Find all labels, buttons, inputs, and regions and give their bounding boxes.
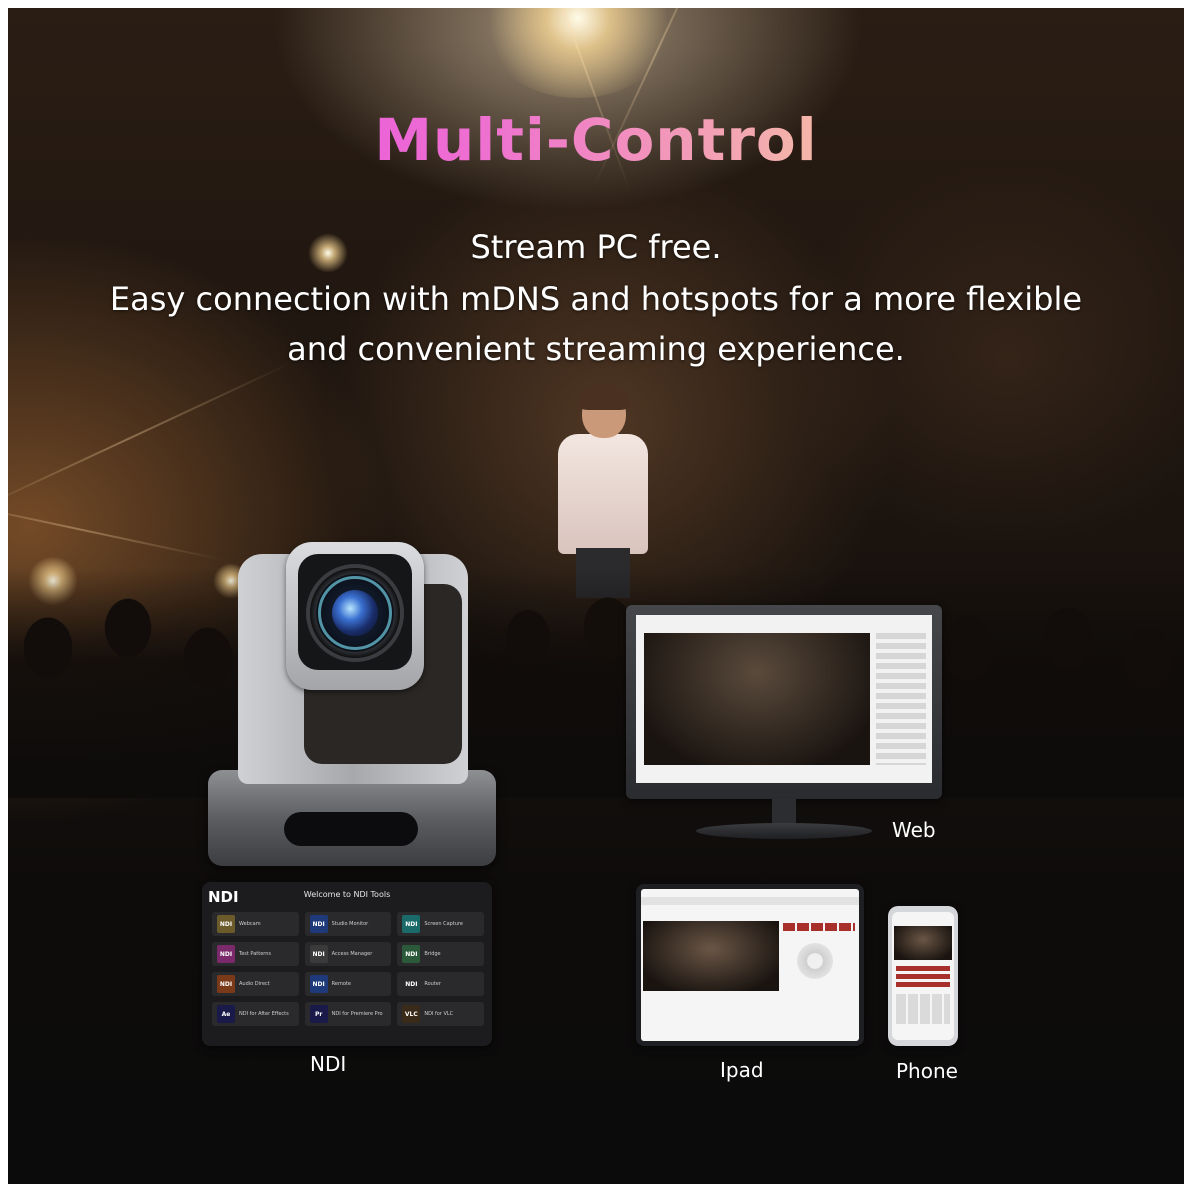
- phone-video-preview: [894, 926, 952, 960]
- ndi-tool-icon: Ae: [217, 1005, 235, 1023]
- ndi-tool-name: NDI for After Effects: [239, 1011, 289, 1017]
- ndi-tool-icon: NDI: [217, 975, 235, 993]
- web-control-panel: [876, 633, 926, 765]
- light-ray: [8, 496, 225, 562]
- subtitle-line-3: and convenient streaming experience.: [287, 330, 905, 368]
- ipad-video-preview: [643, 921, 779, 991]
- monitor-neck: [772, 799, 796, 825]
- hero-banner: Multi-Control Stream PC free. Easy conne…: [8, 8, 1184, 1184]
- ipad-address-bar: [641, 897, 859, 905]
- ndi-tool-tile[interactable]: NDI Webcam: [212, 912, 299, 936]
- camera-sensor-window: [284, 812, 418, 846]
- crowd-silhouette: [8, 568, 1184, 798]
- ipad-device: [636, 884, 864, 1046]
- phone-control-buttons: [896, 966, 950, 990]
- ndi-tool-tile[interactable]: VLC NDI for VLC: [397, 1002, 484, 1026]
- camera-head: [286, 542, 424, 690]
- web-monitor: [626, 605, 942, 849]
- ipad-control-screen: [641, 889, 859, 1041]
- ndi-tool-tile[interactable]: Ae NDI for After Effects: [212, 1002, 299, 1026]
- phone-keypad: [896, 994, 950, 1024]
- performer-figure: [548, 384, 658, 598]
- ndi-tools-grid: NDI Webcam NDI Studio Monitor NDI Screen Capt…: [212, 912, 484, 1026]
- ndi-tool-name: Studio Monitor: [331, 921, 369, 927]
- ndi-tool-name: Bridge: [424, 951, 441, 957]
- ndi-tool-name: Webcam: [239, 921, 261, 927]
- ndi-tool-icon: NDI: [217, 915, 235, 933]
- camera-face: [298, 554, 412, 670]
- ndi-tool-tile[interactable]: NDI Test Patterns: [212, 942, 299, 966]
- ndi-tool-icon: NDI: [217, 945, 235, 963]
- ndi-tool-icon: NDI: [402, 915, 421, 933]
- ndi-tool-icon: NDI: [402, 945, 421, 963]
- ndi-tool-icon: Pr: [309, 1005, 328, 1023]
- monitor-stand: [696, 823, 872, 839]
- subtitle-line-1: Stream PC free.: [470, 228, 722, 266]
- ndi-label: NDI: [310, 1052, 347, 1076]
- ndi-tool-tile[interactable]: NDI Access Manager: [304, 942, 392, 966]
- page-title: Multi-Control: [8, 106, 1184, 174]
- ndi-tool-icon: NDI: [309, 975, 328, 993]
- ipad-ptz-dial-icon: [797, 943, 833, 979]
- ipad-label: Ipad: [720, 1058, 764, 1082]
- phone-control-screen: [892, 912, 954, 1040]
- ndi-tool-tile[interactable]: Pr NDI for Premiere Pro: [304, 1002, 392, 1026]
- ndi-tool-icon: NDI: [309, 945, 328, 963]
- ndi-tool-tile[interactable]: NDI Studio Monitor: [304, 912, 392, 936]
- ndi-tool-tile[interactable]: NDI Remote: [304, 972, 392, 996]
- ndi-tool-icon: VLC: [402, 1005, 421, 1023]
- web-video-preview: [644, 633, 870, 765]
- web-control-screen: [636, 615, 932, 783]
- ndi-tool-name: Access Manager: [331, 951, 373, 957]
- ndi-tool-tile[interactable]: NDI Router: [397, 972, 484, 996]
- ndi-tool-name: Audio Direct: [239, 981, 270, 987]
- ndi-tool-icon: NDI: [402, 975, 421, 993]
- ipad-control-buttons: [783, 923, 855, 931]
- camera-lens-icon: [332, 590, 378, 636]
- ndi-tool-icon: NDI: [309, 915, 328, 933]
- light-ray: [8, 362, 292, 516]
- camera-base: [208, 770, 496, 866]
- monitor-frame: [626, 605, 942, 799]
- subtitle-line-2: Easy connection with mDNS and hotspots f…: [109, 280, 1083, 318]
- ndi-tool-name: Test Patterns: [239, 951, 272, 957]
- performer-hair: [578, 384, 630, 410]
- ptz-camera: [208, 536, 498, 866]
- performer-shirt: [558, 434, 648, 554]
- ndi-tool-tile[interactable]: NDI Screen Capture: [397, 912, 484, 936]
- ndi-tool-name: NDI for Premiere Pro: [331, 1011, 383, 1017]
- ndi-tool-name: Router: [424, 981, 441, 987]
- ndi-tool-name: NDI for VLC: [424, 1011, 454, 1017]
- ndi-tool-name: Remote: [331, 981, 351, 987]
- ndi-tools-window: NDI Welcome to NDI Tools NDI Webcam NDI Stu…: [202, 882, 492, 1046]
- ndi-tool-tile[interactable]: NDI Audio Direct: [212, 972, 299, 996]
- ndi-window-title: Welcome to NDI Tools: [303, 890, 391, 899]
- phone-device: [888, 906, 958, 1046]
- ndi-tool-tile[interactable]: NDI Bridge: [397, 942, 484, 966]
- phone-label: Phone: [896, 1059, 958, 1083]
- web-label: Web: [892, 818, 936, 842]
- ndi-tool-name: Screen Capture: [424, 921, 463, 927]
